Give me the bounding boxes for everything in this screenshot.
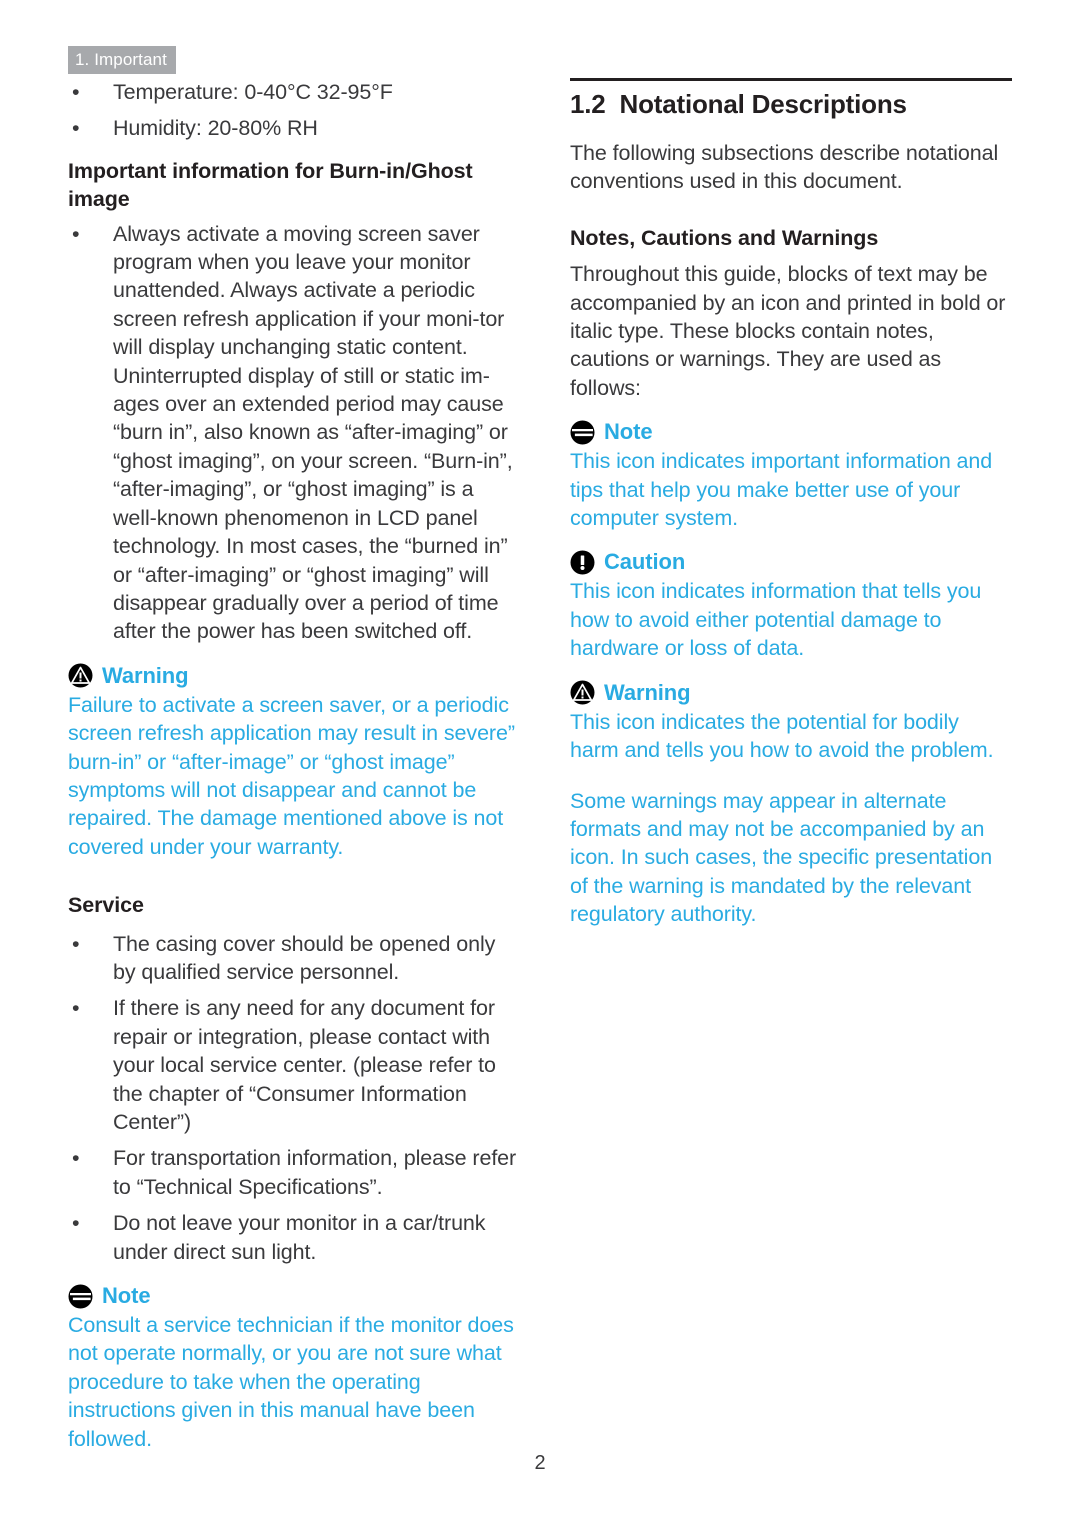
service-bullet-list: • The casing cover should be opened only… — [68, 930, 520, 1266]
list-item: • Temperature: 0-40°C 32-95°F — [68, 78, 520, 106]
list-item: • Humidity: 20-80% RH — [68, 114, 520, 142]
callout-header: Note — [68, 1282, 520, 1310]
list-item-text: Always activate a moving screen saver pr… — [113, 221, 513, 644]
section-title-text: Notational Descriptions — [619, 89, 907, 119]
note-icon — [68, 1284, 93, 1309]
bullet-icon: • — [72, 996, 80, 1021]
list-item-text: Do not leave your monitor in a car/trunk… — [113, 1211, 486, 1264]
section-divider — [570, 78, 1012, 81]
service-heading: Service — [68, 893, 144, 918]
section-number: 1.2 — [570, 89, 606, 119]
list-item-text: Temperature: 0-40°C 32-95°F — [113, 80, 393, 104]
left-column: • Temperature: 0-40°C 32-95°F • Humidity… — [68, 78, 520, 1469]
note-callout: Note This icon indicates important infor… — [570, 418, 1012, 532]
bullet-icon: • — [72, 1211, 80, 1236]
callout-label: Warning — [604, 679, 691, 705]
note-callout: Note Consult a service technician if the… — [68, 1282, 520, 1453]
bullet-icon: • — [72, 116, 80, 141]
warning-icon — [68, 663, 93, 688]
burnin-heading: Important information for Burn-in/Ghost … — [68, 158, 473, 212]
section-intro: The following subsections describe notat… — [570, 141, 999, 194]
burnin-bullet-list: • Always activate a moving screen saver … — [68, 220, 520, 646]
caution-callout: Caution This icon indicates information … — [570, 548, 1012, 662]
bullet-icon: • — [72, 80, 80, 104]
callout-label: Caution — [604, 549, 686, 575]
notes-subheading: Notes, Cautions and Warnings — [570, 225, 879, 250]
callout-label: Warning — [102, 662, 189, 688]
list-item-text: For transportation information, please r… — [113, 1146, 517, 1199]
bullet-icon: • — [72, 931, 80, 956]
bullet-icon: • — [72, 1146, 80, 1171]
list-item: • For transportation information, please… — [68, 1144, 520, 1201]
notes-intro: Throughout this guide, blocks of text ma… — [570, 262, 1006, 400]
callout-label: Note — [102, 1283, 151, 1309]
callout-body: Failure to activate a screen saver, or a… — [68, 692, 515, 859]
callout-header: Note — [570, 418, 1012, 446]
callout-body: This icon indicates information that tel… — [570, 579, 982, 661]
callout-body: Consult a service technician if the moni… — [68, 1313, 514, 1451]
callout-header: Warning — [68, 662, 520, 690]
list-item: • If there is any need for any document … — [68, 994, 520, 1136]
list-item-text: The casing cover should be opened only b… — [113, 931, 496, 984]
list-item-text: Humidity: 20-80% RH — [113, 116, 318, 141]
callout-label: Note — [604, 419, 653, 445]
callout-body: This icon indicates important informatio… — [570, 449, 993, 531]
right-column: 1.2 Notational Descriptions The following… — [570, 78, 1012, 945]
callout-body-secondary: Some warnings may appear in alternate fo… — [570, 788, 993, 927]
page-number: 2 — [534, 1452, 546, 1474]
page-title: 1.2 Notational Descriptions — [570, 87, 1012, 121]
warning-callout: Warning Failure to activate a screen sav… — [68, 662, 520, 861]
callout-body: This icon indicates the potential for bo… — [570, 709, 994, 763]
caution-icon — [570, 550, 595, 575]
chapter-tab: 1. Important — [68, 46, 176, 74]
list-item-text: If there is any need for any document fo… — [113, 996, 496, 1134]
list-item: • The casing cover should be opened only… — [68, 930, 520, 987]
callout-header: Caution — [570, 548, 1012, 576]
spec-bullet-list: • Temperature: 0-40°C 32-95°F • Humidity… — [68, 78, 520, 143]
callout-header: Warning — [570, 679, 1012, 707]
warning-callout: Warning This icon indicates the potentia… — [570, 679, 1012, 929]
bullet-icon: • — [72, 221, 80, 246]
list-item: • Always activate a moving screen saver … — [68, 220, 520, 646]
list-item: • Do not leave your monitor in a car/tru… — [68, 1209, 520, 1266]
warning-icon — [570, 680, 595, 705]
note-icon — [570, 420, 595, 445]
